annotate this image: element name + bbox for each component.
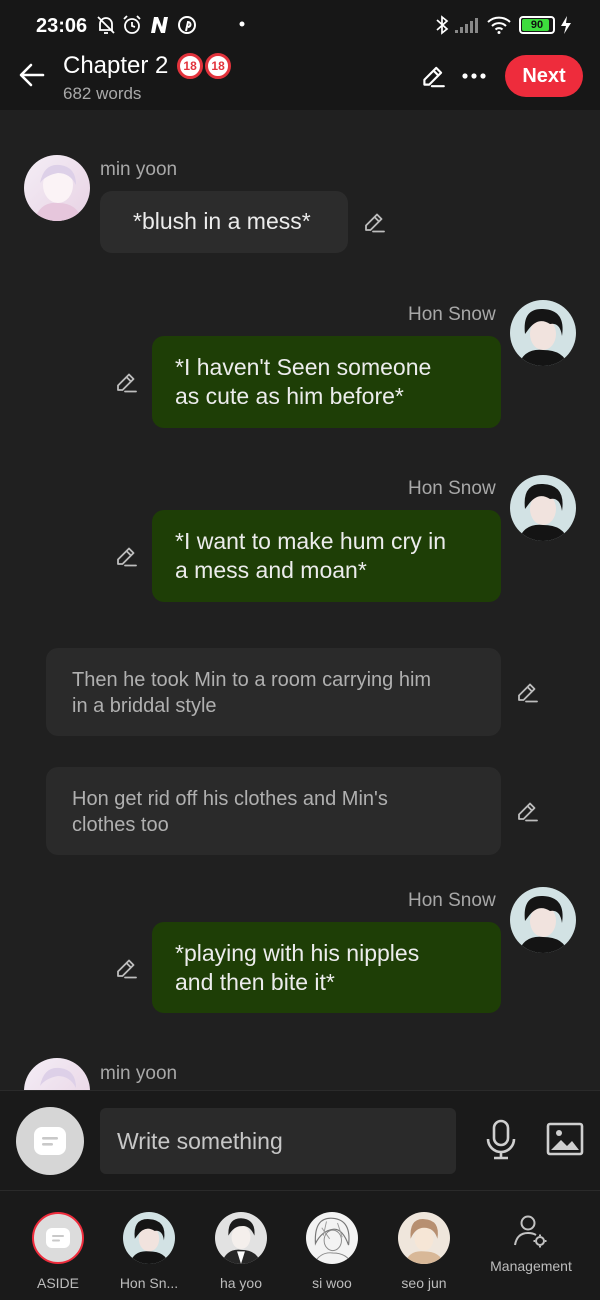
character-ha-yoo[interactable]: ha yoo (195, 1212, 287, 1291)
avatar-image (510, 887, 576, 953)
character-si-woo[interactable]: si woo (286, 1212, 378, 1291)
n-app-icon (151, 17, 168, 33)
avatar[interactable] (24, 155, 90, 221)
aside-chat-icon (46, 1228, 70, 1248)
message-input[interactable]: Write something (100, 1108, 456, 1174)
sender-name: min yoon (100, 159, 178, 180)
character-name: si woo (312, 1275, 352, 1291)
microphone-icon[interactable] (485, 1119, 517, 1161)
word-count: 682 words (63, 84, 142, 103)
next-button[interactable]: Next (505, 55, 583, 97)
narration-line: Hon get rid off his clothes and Min's (72, 788, 388, 810)
avatar-image (510, 475, 576, 541)
charging-icon (561, 16, 571, 34)
age-rating-badge: 18 (205, 53, 232, 79)
battery-icon: 90 (519, 16, 555, 34)
sender-name: Hon Snow (408, 478, 496, 499)
pencil-icon[interactable] (419, 62, 447, 90)
status-time: 23:06 (36, 15, 88, 37)
message-line: *I haven't Seen someone (175, 354, 432, 380)
edit-icon[interactable] (514, 679, 540, 705)
message-line: *I want to make hum cry in (175, 528, 446, 554)
message-bubble[interactable]: *playing with his nipples and then bite … (152, 922, 501, 1013)
message-line: and then bite it* (175, 969, 335, 995)
aside-avatar (32, 1212, 84, 1264)
avatar[interactable] (510, 300, 576, 366)
chat-area[interactable]: min yoon *blush in a mess* Hon Snow *I h… (0, 110, 600, 1090)
narration-bubble[interactable]: Hon get rid off his clothes and Min's cl… (46, 767, 501, 855)
battery-percent: 90 (530, 19, 544, 31)
aside-chat-icon (34, 1127, 66, 1155)
message-bubble[interactable]: *blush in a mess* (100, 191, 348, 253)
aside-toggle-button[interactable] (16, 1107, 84, 1175)
avatar (123, 1212, 175, 1264)
character-name: Hon Sn... (119, 1275, 179, 1291)
status-bar: 23:06 90 (0, 0, 600, 52)
bluetooth-icon (436, 15, 449, 35)
avatar (306, 1212, 358, 1264)
character-name: seo jun (401, 1275, 447, 1291)
management-button[interactable]: Management (480, 1212, 582, 1274)
avatar[interactable] (510, 475, 576, 541)
image-icon[interactable] (546, 1122, 584, 1156)
character-name: ha yoo (219, 1275, 263, 1291)
avatar-image (510, 300, 576, 366)
message-bubble[interactable]: *I want to make hum cry in a mess and mo… (152, 510, 501, 602)
pinterest-icon (178, 16, 196, 34)
avatar-image (398, 1212, 450, 1264)
edit-icon[interactable] (113, 369, 139, 395)
narration-line: clothes too (72, 814, 169, 836)
chapter-header: Chapter 2 18 18 682 words Next (0, 52, 600, 110)
management-label: Management (490, 1258, 572, 1274)
message-line: *playing with his nipples (175, 940, 420, 966)
sender-name: Hon Snow (408, 304, 496, 325)
page-title: Chapter 2 (63, 52, 169, 79)
avatar (215, 1212, 267, 1264)
chapter-title-row: Chapter 2 18 18 (63, 52, 232, 80)
edit-icon[interactable] (514, 798, 540, 824)
wifi-icon (487, 16, 511, 34)
character-name: ASIDE (36, 1275, 79, 1291)
sender-name: min yoon (100, 1063, 178, 1084)
alarm-icon (123, 15, 141, 34)
character-seo-jun[interactable]: seo jun (378, 1212, 470, 1291)
narration-line: Then he took Min to a room carrying him (72, 669, 432, 691)
message-composer: Write something (0, 1090, 600, 1190)
sender-name: Hon Snow (408, 890, 496, 911)
avatar[interactable] (510, 887, 576, 953)
edit-icon[interactable] (113, 543, 139, 569)
avatar-image (215, 1212, 267, 1264)
message-input-placeholder: Write something (117, 1128, 283, 1154)
bell-off-icon (97, 16, 115, 34)
avatar-image (24, 1058, 90, 1090)
character-aside[interactable]: ASIDE (12, 1212, 104, 1291)
avatar-image (24, 155, 90, 221)
edit-icon[interactable] (113, 955, 139, 981)
message-line: a mess and moan* (175, 557, 367, 583)
user-settings-icon (514, 1215, 547, 1248)
narration-bubble[interactable]: Then he took Min to a room carrying him … (46, 648, 501, 736)
message-line: as cute as him before* (175, 383, 404, 409)
avatar-image (306, 1212, 358, 1264)
avatar[interactable] (24, 1058, 90, 1090)
character-bar: ASIDE Hon Sn... ha yoo si woo seo jun Ma… (0, 1190, 600, 1300)
back-arrow-icon[interactable] (17, 60, 47, 90)
avatar (398, 1212, 450, 1264)
age-rating-badge: 18 (177, 53, 204, 79)
avatar-image (123, 1212, 175, 1264)
message-bubble[interactable]: *I haven't Seen someone as cute as him b… (152, 336, 501, 428)
narration-line: in a briddal style (72, 695, 217, 717)
signal-icon (455, 18, 478, 33)
edit-icon[interactable] (361, 209, 387, 235)
dot-icon (239, 21, 245, 27)
more-icon[interactable] (461, 72, 487, 80)
character-hon-snow[interactable]: Hon Sn... (103, 1212, 195, 1291)
